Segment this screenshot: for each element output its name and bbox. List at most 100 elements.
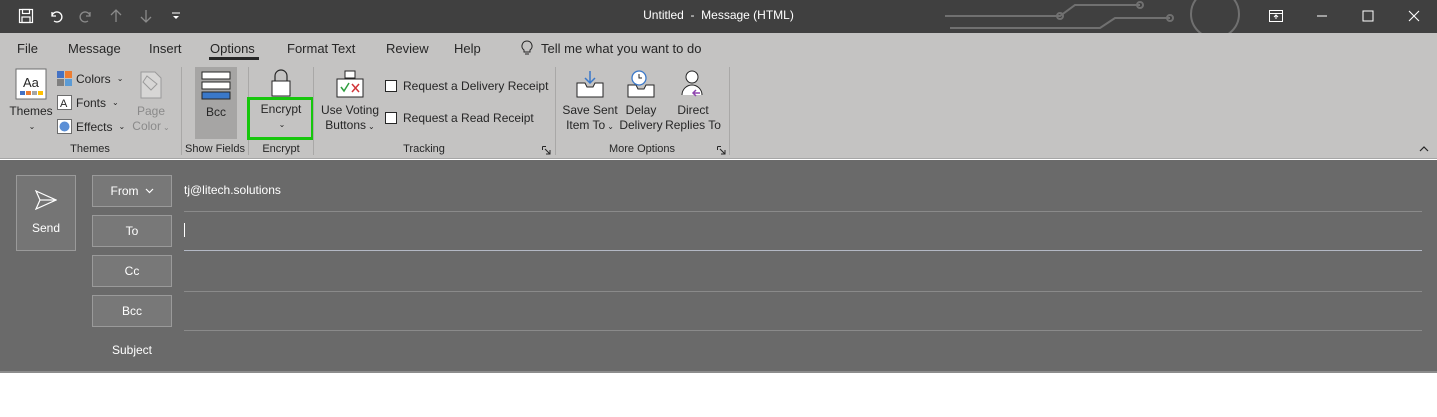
colors-icon bbox=[57, 71, 72, 86]
tab-help[interactable]: Help bbox=[454, 41, 481, 56]
message-body[interactable] bbox=[0, 373, 1437, 417]
effects-button[interactable]: Effects ⌄ bbox=[57, 119, 125, 134]
colors-button[interactable]: Colors ⌄ bbox=[57, 71, 123, 86]
close-icon[interactable] bbox=[1391, 0, 1437, 32]
dialog-launcher-icon[interactable] bbox=[717, 146, 726, 155]
tab-format-text[interactable]: Format Text bbox=[287, 41, 355, 56]
show-fields-group-label: Show Fields bbox=[185, 143, 245, 155]
group-separator bbox=[729, 67, 730, 155]
tab-review[interactable]: Review bbox=[386, 41, 429, 56]
send-icon bbox=[34, 189, 58, 211]
group-separator bbox=[181, 67, 182, 155]
bcc-input[interactable] bbox=[184, 296, 1422, 328]
effects-icon bbox=[57, 119, 72, 134]
fonts-icon: A bbox=[57, 95, 72, 110]
ribbon: Aa Themes ⌄ Colors ⌄ A Fonts ⌄ Effects ⌄… bbox=[0, 63, 1437, 159]
direct-label-2: Replies To bbox=[665, 118, 721, 132]
window-title-text: Untitled - Message (HTML) bbox=[643, 8, 794, 22]
voting-label-text: Buttons bbox=[325, 118, 366, 132]
lock-icon bbox=[271, 69, 291, 97]
delay-label-1: Delay bbox=[625, 103, 657, 117]
bcc-button[interactable]: Bcc bbox=[92, 295, 172, 327]
delivery-receipt-checkbox[interactable]: Request a Delivery Receipt bbox=[385, 79, 548, 93]
field-divider bbox=[184, 211, 1422, 212]
themes-button[interactable]: Aa Themes ⌄ bbox=[8, 68, 54, 134]
save-sent-item-button[interactable]: Save Sent Item To ⌄ bbox=[561, 69, 619, 134]
chevron-down-icon: ⌄ bbox=[607, 122, 614, 131]
active-tab-indicator bbox=[209, 57, 259, 60]
dialog-launcher-icon[interactable] bbox=[542, 146, 551, 155]
save-sent-label-1: Save Sent bbox=[562, 103, 618, 117]
compose-header: Send From tj@litech.solutions To Cc Bcc … bbox=[0, 160, 1437, 371]
maximize-icon[interactable] bbox=[1345, 0, 1391, 32]
delivery-receipt-label: Request a Delivery Receipt bbox=[403, 79, 549, 93]
save-sent-label-text: Item To bbox=[566, 118, 606, 132]
tab-file[interactable]: File bbox=[17, 41, 38, 56]
from-value: tj@litech.solutions bbox=[184, 183, 281, 197]
direct-replies-button[interactable]: Direct Replies To bbox=[664, 69, 722, 133]
fonts-label: Fonts bbox=[76, 95, 107, 110]
chevron-down-icon bbox=[145, 188, 153, 194]
checkbox-unchecked[interactable] bbox=[385, 112, 397, 124]
subject-input[interactable] bbox=[184, 336, 1422, 368]
subject-label: Subject bbox=[111, 343, 153, 357]
send-button[interactable]: Send bbox=[16, 175, 76, 251]
chevron-down-icon: ⌄ bbox=[112, 98, 119, 107]
tell-me-label: Tell me what you want to do bbox=[541, 40, 702, 56]
voting-label-1: Use Voting bbox=[320, 103, 380, 117]
tab-options[interactable]: Options bbox=[210, 41, 255, 56]
ribbon-tabs: File Message Insert Options Format Text … bbox=[0, 33, 1437, 63]
checkbox-unchecked[interactable] bbox=[385, 80, 397, 92]
minimize-icon[interactable] bbox=[1299, 0, 1345, 32]
page-color-icon bbox=[140, 71, 162, 99]
group-separator bbox=[555, 67, 556, 155]
fonts-button[interactable]: A Fonts ⌄ bbox=[57, 95, 119, 110]
chevron-down-icon: ⌄ bbox=[162, 123, 170, 132]
tell-me-search[interactable]: Tell me what you want to do bbox=[521, 40, 701, 56]
page-color-label-text: Color bbox=[132, 119, 161, 133]
cc-button[interactable]: Cc bbox=[92, 255, 172, 287]
to-label: To bbox=[125, 224, 139, 238]
tab-message[interactable]: Message bbox=[68, 41, 121, 56]
to-input[interactable] bbox=[184, 216, 1422, 248]
field-divider bbox=[184, 291, 1422, 292]
svg-text:Aa: Aa bbox=[23, 75, 40, 90]
direct-replies-icon bbox=[681, 70, 703, 97]
collapse-ribbon-icon[interactable] bbox=[1419, 146, 1429, 152]
bcc-icon bbox=[201, 71, 231, 100]
to-button[interactable]: To bbox=[92, 215, 172, 247]
bcc-toggle-button[interactable]: Bcc bbox=[195, 67, 237, 139]
voting-icon bbox=[336, 70, 364, 98]
voting-buttons-button[interactable]: Use Voting Buttons ⌄ bbox=[318, 69, 382, 134]
cc-label: Cc bbox=[124, 264, 140, 278]
svg-text:A: A bbox=[60, 98, 68, 110]
page-color-label-2: Color ⌄ bbox=[129, 119, 173, 135]
read-receipt-checkbox[interactable]: Request a Read Receipt bbox=[385, 111, 534, 125]
tab-insert[interactable]: Insert bbox=[149, 41, 182, 56]
title-bar: Untitled - Message (HTML) bbox=[0, 0, 1437, 33]
chevron-down-icon: ⌄ bbox=[368, 122, 375, 131]
ribbon-display-options-icon[interactable] bbox=[1253, 0, 1299, 32]
read-receipt-label: Request a Read Receipt bbox=[403, 111, 534, 125]
send-label: Send bbox=[31, 221, 61, 235]
page-color-button[interactable]: Page Color ⌄ bbox=[129, 68, 173, 135]
group-separator bbox=[313, 67, 314, 155]
themes-label: Themes bbox=[9, 104, 53, 118]
delay-label-2: Delivery bbox=[619, 118, 663, 132]
encrypt-highlight-box bbox=[247, 97, 314, 140]
field-divider bbox=[184, 250, 1422, 251]
colors-label: Colors bbox=[76, 71, 111, 86]
bcc-label: Bcc bbox=[121, 304, 142, 318]
themes-icon: Aa bbox=[15, 68, 47, 100]
direct-label-1: Direct bbox=[677, 103, 709, 117]
chevron-down-icon: ⌄ bbox=[118, 122, 126, 131]
delay-delivery-button[interactable]: Delay Delivery bbox=[619, 69, 663, 133]
cc-input[interactable] bbox=[184, 256, 1422, 288]
tracking-group-label: Tracking bbox=[403, 143, 445, 155]
window-title: Untitled - Message (HTML) bbox=[0, 8, 1437, 22]
effects-label: Effects bbox=[76, 119, 113, 134]
from-button[interactable]: From bbox=[92, 175, 172, 207]
lightbulb-icon bbox=[521, 40, 533, 55]
save-sent-icon bbox=[576, 71, 604, 98]
themes-group-label: Themes bbox=[70, 143, 110, 155]
